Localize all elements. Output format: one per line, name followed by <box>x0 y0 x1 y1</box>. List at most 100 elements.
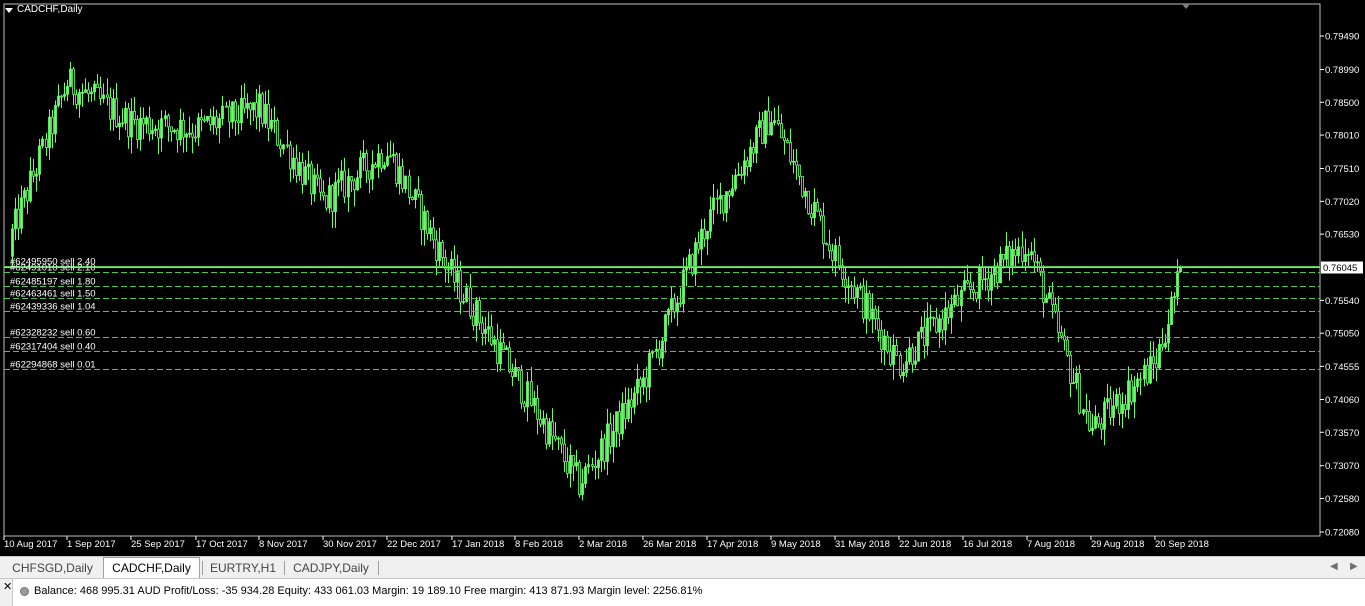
candle-body <box>673 298 676 313</box>
chart-title[interactable]: CADCHF,Daily <box>5 4 83 16</box>
candle-body <box>868 293 871 320</box>
candle-body <box>1127 380 1130 410</box>
candle-body <box>136 119 139 140</box>
candle-body <box>328 185 331 209</box>
candle-body <box>160 118 163 139</box>
candle-body <box>795 160 798 166</box>
candle-body <box>1133 386 1136 403</box>
candle-body <box>905 361 908 373</box>
candle-body <box>584 466 587 484</box>
candle-body <box>658 348 661 359</box>
candle-body <box>423 211 426 231</box>
tab-cadchf[interactable]: CADCHF,Daily <box>103 557 200 578</box>
candle-body <box>401 166 404 190</box>
candle-body <box>151 130 154 135</box>
close-icon[interactable]: ✕ <box>3 580 12 593</box>
candle-body <box>102 94 105 99</box>
chevron-right-icon[interactable]: ▶ <box>1350 561 1358 572</box>
candle-body <box>1002 253 1005 260</box>
candle-body <box>1021 246 1024 262</box>
candle-body <box>542 418 545 425</box>
candle-body <box>316 174 319 179</box>
candle-body <box>331 185 334 212</box>
chart-shift-marker-icon[interactable] <box>1182 4 1190 9</box>
candle-body <box>26 190 29 202</box>
candle-body <box>709 209 712 232</box>
order-label[interactable]: #62328232 sell 0.60 <box>10 328 96 339</box>
candle-body <box>179 119 182 141</box>
candle-body <box>282 144 285 150</box>
candle-body <box>819 210 822 217</box>
candle-body <box>792 160 795 163</box>
candle-body <box>575 462 578 467</box>
candle-body <box>438 241 441 261</box>
chart-window[interactable]: 0.79490 0.78990 0.78500 0.78010 0.77510 0.770… <box>0 0 1365 556</box>
candle-body <box>173 130 176 133</box>
candle-body <box>960 289 963 307</box>
candle-body <box>923 326 926 346</box>
date-label: 17 Apr 2018 <box>707 539 758 550</box>
order-label[interactable]: #62294868 sell 0.01 <box>10 360 96 371</box>
candle-body <box>11 228 14 257</box>
candle-body <box>670 298 673 311</box>
candle-body <box>228 106 231 123</box>
candle-body <box>1121 404 1124 414</box>
chevron-left-icon[interactable]: ◀ <box>1330 561 1338 572</box>
candle-body <box>432 227 435 241</box>
candle-body <box>539 418 542 425</box>
candle-body <box>615 411 618 432</box>
candle-body <box>203 119 206 122</box>
candle-body <box>395 154 398 185</box>
candle-body <box>157 128 160 139</box>
candle-body <box>566 461 569 474</box>
candle-body <box>773 120 776 124</box>
current-price-label: 0.76045 <box>1323 263 1357 274</box>
candle-body <box>209 116 212 126</box>
chart-menu-triangle-icon[interactable] <box>5 7 13 13</box>
candle-body <box>365 152 368 172</box>
candle-body <box>862 285 865 319</box>
order-label[interactable]: #62463461 sell 1.50 <box>10 289 96 300</box>
candle-body <box>780 123 783 139</box>
candle-body <box>648 352 651 388</box>
order-label[interactable]: #62317404 sell 0.40 <box>10 342 96 353</box>
candle-body <box>1170 296 1173 325</box>
date-label: 10 Aug 2017 <box>4 539 57 550</box>
candle-body <box>1011 248 1014 267</box>
candle-body <box>1005 245 1008 260</box>
candle-body <box>472 315 475 326</box>
tab-chfsgd[interactable]: CHFSGD,Daily <box>5 559 100 577</box>
candle-body <box>1066 339 1069 356</box>
candle-body <box>892 344 895 365</box>
candle-body <box>755 127 758 154</box>
candle-body <box>54 105 57 135</box>
candle-body <box>734 174 737 190</box>
candle-body <box>1094 416 1097 429</box>
candle-body <box>700 228 703 250</box>
candle-body <box>298 162 301 176</box>
candle-body <box>429 227 432 235</box>
candle-body <box>32 170 35 177</box>
candle-body <box>1088 410 1091 431</box>
candle-body <box>587 464 590 468</box>
candle-body <box>801 175 804 197</box>
candle-body <box>334 181 337 212</box>
order-label[interactable]: #62439336 sell 1.04 <box>10 302 96 313</box>
candle-body <box>908 347 911 363</box>
tab-cadjpy[interactable]: CADJPY,Daily <box>286 559 376 577</box>
candle-body <box>764 110 767 144</box>
candle-body <box>505 347 508 350</box>
order-label[interactable]: #62485197 sell 1.80 <box>10 277 96 288</box>
candle-body <box>264 103 267 124</box>
tab-eurtry[interactable]: EURTRY,H1 <box>204 559 282 577</box>
date-label: 16 Jul 2018 <box>963 539 1012 550</box>
candle-body <box>953 294 956 305</box>
price-chart[interactable]: 0.79490 0.78990 0.78500 0.78010 0.77510 0.770… <box>0 0 1365 556</box>
candle-body <box>20 197 23 229</box>
candle-body <box>600 438 603 461</box>
candle-body <box>81 91 84 94</box>
candle-body <box>112 98 115 120</box>
date-label: 17 Oct 2017 <box>196 539 248 550</box>
date-label: 1 Sep 2017 <box>67 539 116 550</box>
candle-body <box>84 89 87 93</box>
